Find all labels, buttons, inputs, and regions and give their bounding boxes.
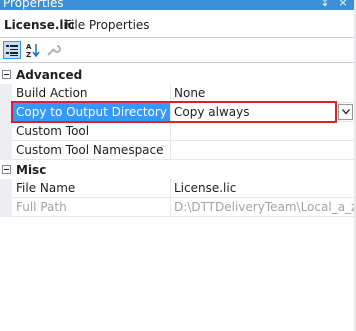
svg-text:Z: Z — [26, 51, 31, 58]
property-name-cell[interactable]: File Name — [12, 179, 171, 198]
row-gutter — [0, 103, 12, 122]
row-gutter — [0, 141, 12, 160]
title-bar[interactable]: Properties ↕ × — [0, 0, 356, 10]
chevron-down-icon — [342, 109, 350, 115]
property-row-custom-tool-namespace[interactable]: Custom Tool Namespace — [0, 141, 356, 160]
property-value: Copy always — [174, 105, 250, 119]
dropdown-button[interactable] — [338, 104, 353, 120]
property-name: Custom Tool — [16, 124, 90, 138]
property-value: License.lic — [174, 181, 237, 195]
property-value-cell[interactable] — [171, 122, 356, 141]
collapse-icon[interactable] — [2, 165, 11, 174]
svg-text:A: A — [26, 43, 32, 51]
property-row-build-action[interactable]: Build Action None — [0, 84, 356, 103]
alphabetical-sort-button[interactable]: A Z — [24, 41, 42, 59]
object-type: File Properties — [65, 18, 150, 32]
row-gutter — [0, 198, 12, 217]
property-value-dropdown[interactable]: Copy always — [171, 103, 356, 122]
property-name: Custom Tool Namespace — [16, 143, 164, 157]
property-value: D:\DTTDeliveryTeam\Local_a_zhar — [174, 200, 356, 214]
property-row-full-path[interactable]: Full Path D:\DTTDeliveryTeam\Local_a_zha… — [0, 198, 356, 217]
alphabetical-sort-icon: A Z — [26, 43, 40, 58]
property-value-cell[interactable] — [171, 141, 356, 160]
property-name-cell[interactable]: Build Action — [12, 84, 171, 103]
close-icon[interactable]: × — [336, 0, 350, 10]
properties-toolbar: A Z — [0, 38, 356, 63]
collapse-icon[interactable] — [2, 70, 11, 79]
property-pages-button[interactable] — [44, 41, 62, 59]
object-selector[interactable]: License.lic File Properties — [0, 13, 356, 38]
property-value-cell[interactable]: License.lic — [171, 179, 356, 198]
category-misc[interactable]: Misc — [0, 161, 356, 179]
category-label: Advanced — [16, 68, 83, 82]
row-gutter — [0, 122, 12, 141]
category-label: Misc — [16, 163, 47, 177]
property-value-cell[interactable]: None — [171, 84, 356, 103]
property-value-cell[interactable]: D:\DTTDeliveryTeam\Local_a_zhar — [171, 198, 356, 217]
property-name-cell[interactable]: Full Path — [12, 198, 171, 217]
property-value: None — [174, 86, 206, 100]
property-grid: Advanced Build Action None Copy to Outpu… — [0, 64, 356, 331]
row-gutter — [0, 179, 12, 198]
wrench-icon — [47, 45, 61, 56]
categorized-view-button[interactable] — [3, 41, 21, 59]
category-advanced[interactable]: Advanced — [0, 66, 356, 84]
property-name-cell[interactable]: Custom Tool — [12, 122, 171, 141]
pin-icon[interactable]: ↕ — [318, 0, 332, 10]
property-row-file-name[interactable]: File Name License.lic — [0, 179, 356, 198]
property-name: File Name — [16, 181, 76, 195]
property-name-cell[interactable]: Copy to Output Directory — [12, 103, 171, 122]
property-row-copy-to-output-directory[interactable]: Copy to Output Directory Copy always — [0, 103, 356, 122]
properties-window: Properties ↕ × License.lic File Properti… — [0, 0, 356, 331]
window-title: Properties — [3, 0, 64, 10]
property-name: Full Path — [16, 200, 67, 214]
property-name: Build Action — [16, 86, 88, 100]
row-gutter — [0, 84, 12, 103]
categorized-view-icon — [6, 45, 18, 56]
property-row-custom-tool[interactable]: Custom Tool — [0, 122, 356, 141]
property-name: Copy to Output Directory — [16, 105, 167, 119]
property-name-cell[interactable]: Custom Tool Namespace — [12, 141, 171, 160]
